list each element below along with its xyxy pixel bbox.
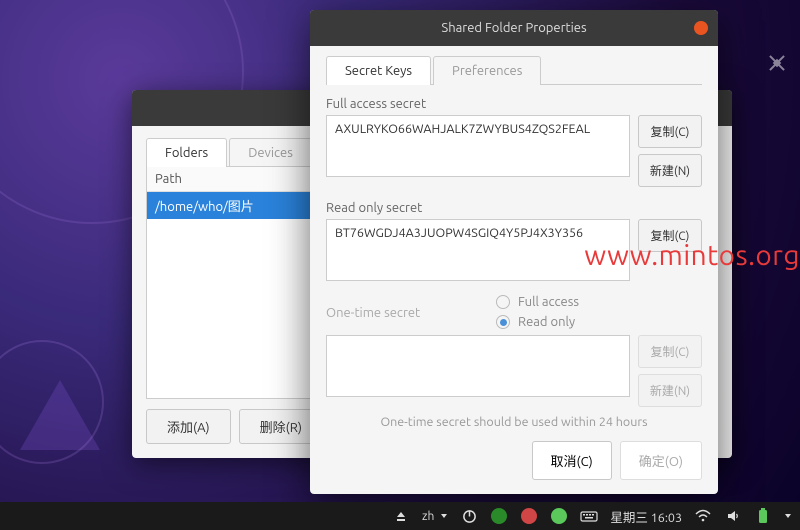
full-access-copy-button[interactable]: 复制(C)	[638, 115, 702, 148]
one-time-copy-button: 复制(C)	[638, 335, 702, 368]
radio-full-access[interactable]	[496, 295, 510, 309]
one-time-secret-field[interactable]	[326, 335, 630, 397]
ime-indicator[interactable]: zh	[422, 510, 434, 523]
tab-secret-keys[interactable]: Secret Keys	[326, 56, 431, 85]
read-only-label: Read only secret	[326, 201, 702, 215]
radio-full-access-label: Full access	[518, 295, 579, 309]
tray-app2-icon[interactable]	[520, 507, 538, 525]
one-time-new-button: 新建(N)	[638, 374, 702, 407]
taskbar: zh 星期三 16:03	[0, 502, 800, 530]
one-time-label: One-time secret	[326, 306, 496, 320]
tray-app3-icon[interactable]	[550, 507, 568, 525]
read-only-secret-field[interactable]: BT76WGDJ4A3JUOPW4SGIQ4Y5PJ4X3Y356	[326, 219, 630, 281]
dialog-title: Shared Folder Properties	[441, 21, 586, 35]
shared-folder-properties-dialog: Shared Folder Properties Secret Keys Pre…	[310, 10, 718, 494]
power-icon[interactable]	[460, 507, 478, 525]
radio-read-only[interactable]	[496, 315, 510, 329]
battery-icon[interactable]	[754, 507, 772, 525]
tab-folders[interactable]: Folders	[146, 138, 227, 167]
radio-read-only-label: Read only	[518, 315, 575, 329]
full-access-secret-field[interactable]: AXULRYKO66WAHJALK7ZWYBUS4ZQS2FEAL	[326, 115, 630, 177]
read-only-copy-button[interactable]: 复制(C)	[638, 219, 702, 252]
tab-preferences[interactable]: Preferences	[433, 56, 541, 85]
dialog-tabs: Secret Keys Preferences	[326, 56, 702, 85]
add-button[interactable]: 添加(A)	[146, 409, 231, 444]
full-access-label: Full access secret	[326, 97, 702, 111]
eject-icon[interactable]	[392, 507, 410, 525]
clock[interactable]: 星期三 16:03	[610, 507, 682, 526]
keyboard-icon[interactable]	[580, 507, 598, 525]
one-time-hint: One-time secret should be used within 24…	[326, 415, 702, 429]
tray-app1-icon[interactable]	[490, 507, 508, 525]
full-access-new-button[interactable]: 新建(N)	[638, 154, 702, 187]
ok-button: 确定(O)	[620, 441, 702, 480]
tab-devices[interactable]: Devices	[229, 138, 312, 167]
close-icon[interactable]	[694, 21, 708, 35]
tray-chevron-icon[interactable]	[784, 512, 792, 520]
cancel-button[interactable]: 取消(C)	[532, 441, 612, 480]
dialog-titlebar[interactable]: Shared Folder Properties	[310, 10, 718, 46]
volume-icon[interactable]	[724, 507, 742, 525]
ime-dropdown-icon[interactable]	[440, 512, 448, 520]
wifi-icon[interactable]	[694, 507, 712, 525]
